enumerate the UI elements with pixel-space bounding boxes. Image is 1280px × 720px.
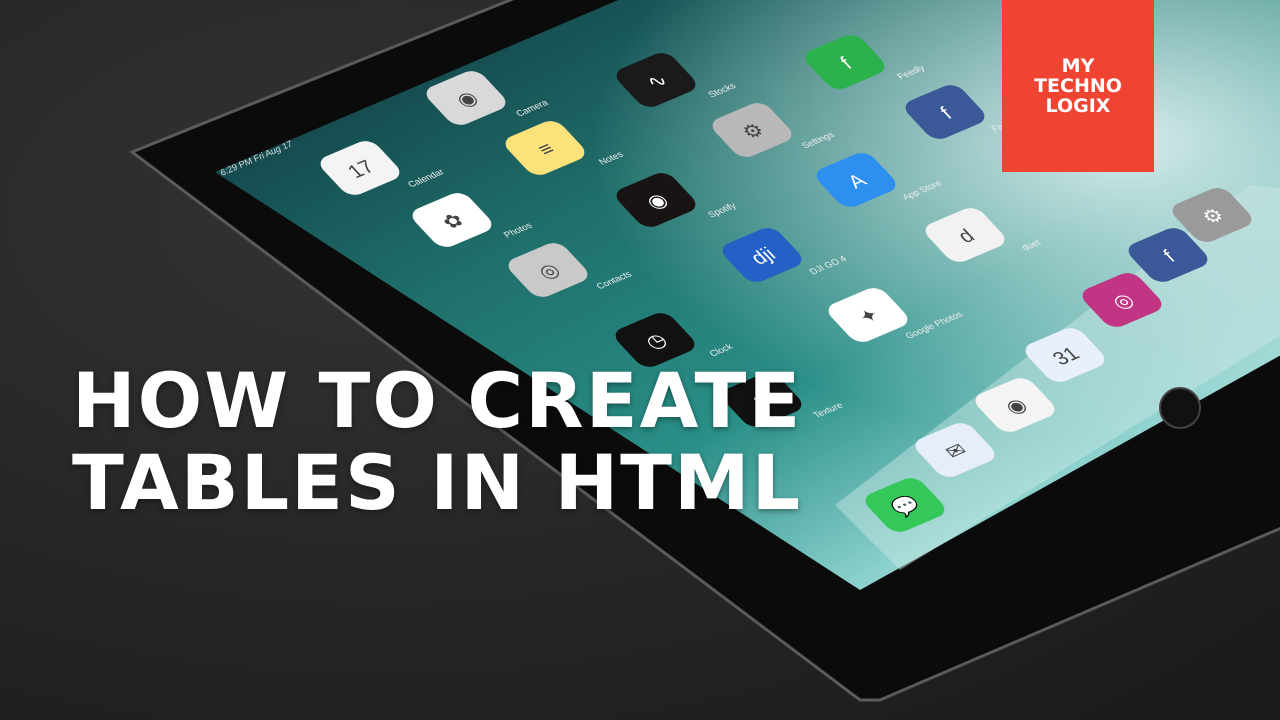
logo-line-1: MY: [1061, 55, 1095, 77]
headline-line-2: TABLES IN HTML: [72, 438, 803, 527]
home-button[interactable]: [1159, 387, 1201, 429]
logo-line-2: TECHNO: [1034, 75, 1122, 97]
logo-line-3: LOGIX: [1045, 95, 1111, 117]
headline-line-1: HOW TO CREATE: [72, 356, 803, 445]
brand-logo: MY TECHNO LOGIX: [1002, 0, 1154, 172]
headline: HOW TO CREATE TABLES IN HTML: [72, 360, 802, 524]
